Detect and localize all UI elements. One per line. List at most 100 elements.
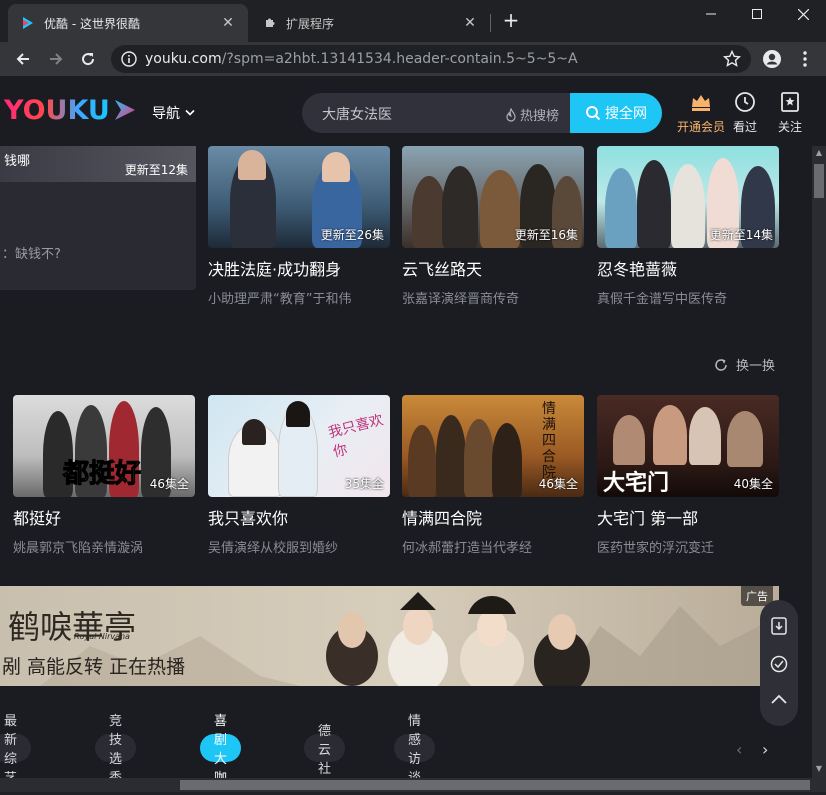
- search-bar[interactable]: 大唐女法医 热搜榜 搜全网: [302, 93, 662, 133]
- scroll-up-icon[interactable]: ▲: [814, 148, 824, 158]
- scrollbar-corner: [812, 778, 826, 792]
- chip-label: 德云社: [318, 723, 332, 777]
- history-label: 看过: [732, 120, 757, 134]
- chip-variety[interactable]: 最新综艺: [0, 714, 32, 778]
- nav-menu[interactable]: 导航: [152, 103, 195, 123]
- refresh-icon: [715, 358, 727, 371]
- chip-label: 竞技选秀: [109, 714, 123, 778]
- maximize-icon[interactable]: [734, 0, 780, 28]
- side-card-title: 钱哪: [4, 154, 31, 169]
- scroll-down-icon[interactable]: ▼: [814, 764, 824, 774]
- browser-tab-strip: 优酷 - 这世界很酷 ✕ 扩展程序 ✕ +: [0, 0, 826, 42]
- feedback-icon[interactable]: [769, 654, 789, 674]
- video-card[interactable]: 情满四合院 46集全 情满四合院 何冰郝蕾打造当代孝经: [402, 395, 584, 556]
- video-title[interactable]: 大宅门 第一部: [597, 505, 779, 529]
- history-icon: [735, 92, 755, 112]
- chip-comedy[interactable]: 喜剧大咖: [200, 714, 242, 778]
- video-subtitle: 小助理严肃“教育”于和伟: [208, 292, 352, 307]
- hot-rank-label: 热搜榜: [520, 109, 560, 124]
- search-input[interactable]: 大唐女法医: [322, 104, 392, 124]
- chip-deyunshe[interactable]: 德云社: [304, 724, 346, 777]
- video-card[interactable]: 都挺好 46集全 都挺好 姚晨郭京飞陷亲情漩涡: [13, 395, 195, 556]
- tab-youku[interactable]: 优酷 - 这世界很酷 ✕: [8, 4, 248, 42]
- refresh-button[interactable]: 换一换: [714, 355, 775, 374]
- chip-label: 最新综艺: [4, 714, 18, 778]
- nav-label: 导航: [152, 106, 180, 122]
- vertical-scroll-thumb[interactable]: [814, 164, 824, 198]
- poster-art-text: 情满四合院: [542, 401, 556, 481]
- chip-label: 情感访谈: [408, 714, 422, 778]
- close-tab-icon[interactable]: ✕: [462, 15, 478, 31]
- play-logo-icon: [114, 100, 135, 120]
- chip-talent[interactable]: 竞技选秀: [95, 714, 137, 778]
- video-title[interactable]: 都挺好: [13, 505, 195, 529]
- follow-button[interactable]: 关注: [763, 90, 817, 135]
- video-subtitle: 吴倩演绎从校服到婚纱: [208, 541, 339, 556]
- back-to-top-icon[interactable]: [769, 690, 789, 710]
- video-title[interactable]: 情满四合院: [402, 505, 584, 529]
- ad-tagline: 剐 高能反转 正在热播: [2, 656, 186, 678]
- video-card[interactable]: 我只喜欢你 35集全 我只喜欢你 吴倩演绎从校服到婚纱: [208, 395, 390, 556]
- video-subtitle: 姚晨郭京飞陷亲情漩涡: [13, 541, 144, 556]
- video-title[interactable]: 我只喜欢你: [208, 505, 390, 529]
- video-thumbnail: 更新至26集: [208, 146, 390, 248]
- tab-label: 扩展程序: [286, 16, 335, 31]
- featured-side-card[interactable]: 钱哪 更新至12集 ：缺钱不?: [0, 146, 196, 290]
- vertical-scrollbar[interactable]: ▲ ▼: [812, 146, 826, 778]
- browser-menu-icon[interactable]: [792, 46, 818, 72]
- client-download-icon[interactable]: [769, 616, 789, 636]
- search-button[interactable]: 搜全网: [570, 93, 662, 133]
- follow-icon: [781, 92, 799, 112]
- tab-separator: [490, 14, 491, 32]
- address-bar[interactable]: youku.com/?spm=a2hbt.13141534.header-con…: [111, 45, 751, 73]
- chip-label: 喜剧大咖: [214, 714, 228, 778]
- tab-label: 优酷 - 这世界很酷: [44, 16, 140, 31]
- video-card[interactable]: 大宅门 40集全 大宅门 第一部 医药世家的浮沉变迁: [597, 395, 779, 556]
- chip-talk[interactable]: 情感访谈: [394, 714, 436, 778]
- episode-badge: 46集全: [149, 477, 189, 491]
- bookmark-star-icon[interactable]: [722, 49, 742, 68]
- video-title[interactable]: 忍冬艳蔷薇: [597, 256, 779, 280]
- poster-art-text: 我只喜欢你: [326, 412, 385, 461]
- video-card[interactable]: 更新至14集 忍冬艳蔷薇 真假千金谱写中医传奇: [597, 146, 779, 307]
- chip-prev-icon[interactable]: ‹: [736, 740, 742, 759]
- ad-banner[interactable]: 鹤唳華亭 Royal Nirvana 剐 高能反转 正在热播 广告: [0, 586, 779, 686]
- follow-label: 关注: [777, 120, 802, 134]
- video-subtitle: 何冰郝蕾打造当代孝经: [402, 541, 533, 556]
- episode-badge: 35集全: [344, 477, 384, 491]
- minimize-icon[interactable]: [688, 0, 734, 28]
- browser-toolbar: youku.com/?spm=a2hbt.13141534.header-con…: [0, 42, 826, 76]
- video-title[interactable]: 决胜法庭·成功翻身: [208, 256, 390, 280]
- profile-avatar-icon[interactable]: [759, 46, 785, 72]
- back-arrow-icon[interactable]: [10, 46, 36, 72]
- episode-badge: 更新至16集: [514, 228, 578, 242]
- new-tab-icon[interactable]: +: [500, 10, 522, 32]
- video-title[interactable]: 云飞丝路天: [402, 256, 584, 280]
- tab-extensions[interactable]: 扩展程序 ✕: [250, 4, 490, 42]
- ad-calligraphy-title: 鹤唳華亭: [8, 608, 137, 646]
- horizontal-scrollbar[interactable]: [0, 778, 812, 792]
- puzzle-icon: [262, 15, 278, 31]
- episode-badge: 更新至14集: [709, 228, 773, 242]
- close-window-icon[interactable]: [780, 0, 826, 28]
- reload-icon[interactable]: [75, 46, 101, 72]
- poster-art-text: 都挺好: [62, 459, 142, 490]
- search-button-label: 搜全网: [605, 106, 647, 122]
- forward-arrow-icon[interactable]: [43, 46, 69, 72]
- chip-next-icon[interactable]: ›: [762, 740, 768, 759]
- video-thumbnail: 更新至14集: [597, 146, 779, 248]
- close-tab-icon[interactable]: ✕: [220, 15, 236, 31]
- video-thumbnail: 我只喜欢你 35集全: [208, 395, 390, 497]
- video-card[interactable]: 更新至16集 云飞丝路天 张嘉译演绎晋商传奇: [402, 146, 584, 307]
- youku-favicon-icon: [20, 15, 36, 31]
- hot-rank-link[interactable]: 热搜榜: [505, 105, 559, 124]
- video-card[interactable]: 更新至26集 决胜法庭·成功翻身 小助理严肃“教育”于和伟: [208, 146, 390, 307]
- horizontal-scroll-thumb[interactable]: [180, 780, 810, 790]
- url-path: /?spm=a2hbt.13141534.header-contain.5~5~…: [221, 51, 578, 67]
- refresh-label: 换一换: [736, 359, 776, 374]
- ad-english-title: Royal Nirvana: [74, 632, 130, 641]
- video-thumbnail: 大宅门 40集全: [597, 395, 779, 497]
- side-card-badge: 更新至12集: [124, 163, 188, 177]
- site-info-icon[interactable]: [121, 51, 137, 67]
- youku-logo[interactable]: YOUKU: [4, 92, 138, 128]
